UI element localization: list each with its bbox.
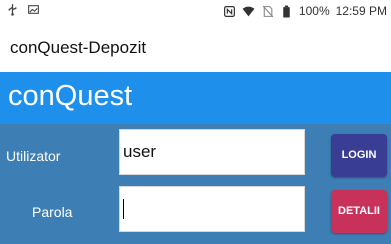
username-field[interactable]: user <box>119 129 305 175</box>
app-title: conQuest-Depozit <box>10 38 147 57</box>
password-field[interactable] <box>119 186 305 232</box>
password-label: Parola <box>32 204 73 220</box>
gallery-icon <box>28 5 39 14</box>
brand-header: conQuest <box>0 72 391 124</box>
status-left-icons <box>6 3 40 16</box>
no-sim-icon <box>262 5 274 17</box>
brand-title: conQuest <box>8 80 133 112</box>
login-panel: conQuest Utilizator user LOGIN Parola DE… <box>0 72 391 244</box>
usb-icon <box>8 4 17 16</box>
username-label: Utilizator <box>6 148 61 164</box>
nfc-icon <box>223 5 235 17</box>
username-value: user <box>123 142 157 161</box>
app-bar: conQuest-Depozit <box>0 22 391 72</box>
status-right: 100% 12:59 PM <box>223 4 387 18</box>
text-cursor <box>123 199 124 219</box>
battery-icon <box>283 5 290 17</box>
status-bar: 100% 12:59 PM <box>0 0 391 22</box>
clock: 12:59 PM <box>335 4 387 18</box>
login-button[interactable]: LOGIN <box>331 134 387 177</box>
wifi-icon <box>242 6 255 16</box>
details-button[interactable]: DETALII <box>331 190 387 233</box>
battery-percent: 100% <box>298 4 330 18</box>
